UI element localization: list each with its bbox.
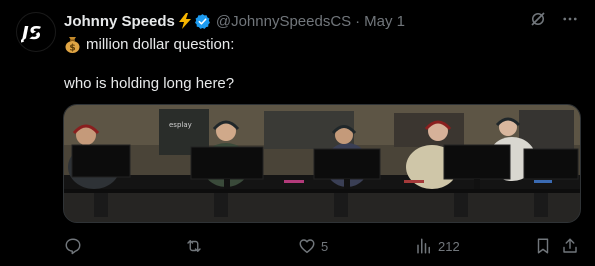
share-button[interactable] [561,236,579,256]
grok-icon[interactable] [529,10,547,32]
verified-badge-icon[interactable] [194,13,211,30]
reply-button[interactable] [64,236,87,256]
separator-dot: · [355,12,361,30]
handle[interactable]: @JohnnySpeedsCS [216,13,351,30]
more-dots-icon[interactable] [561,10,579,32]
retweet-button[interactable] [185,236,208,256]
tweet-text-line-2: who is holding long here? [64,75,235,92]
sponsor-text: esplay [169,121,192,129]
bookmark-icon [537,238,549,254]
tweet-media[interactable]: esplay [63,104,581,223]
tweet-header: Johnny Speeds @JohnnySpeedsCS · May 1 [64,11,579,31]
js-monogram-logo: JS [21,23,49,44]
views-icon [417,238,430,254]
post-date[interactable]: May 1 [364,13,405,30]
svg-text:$: $ [69,44,75,54]
bookmark-button[interactable] [534,236,552,256]
header-actions [529,11,579,31]
views-count: 212 [438,238,460,254]
tweet-line-1-text: million dollar question: [86,35,235,53]
esports-players-photo: esplay [64,105,580,222]
tweet-text-line-1: $ million dollar question: [64,35,234,53]
reply-icon [65,238,81,255]
views-button[interactable]: 212 [415,236,460,256]
action-bar: 5 212 [64,236,579,256]
share-icon [563,238,577,253]
money-bag-icon: $ [64,35,81,53]
heart-icon [299,239,315,254]
lightning-bolt-icon [178,13,192,29]
retweet-icon [187,240,201,252]
like-count: 5 [321,238,329,254]
like-button[interactable]: 5 [298,236,328,256]
avatar[interactable]: JS [16,12,56,52]
display-name[interactable]: Johnny Speeds [64,13,175,30]
